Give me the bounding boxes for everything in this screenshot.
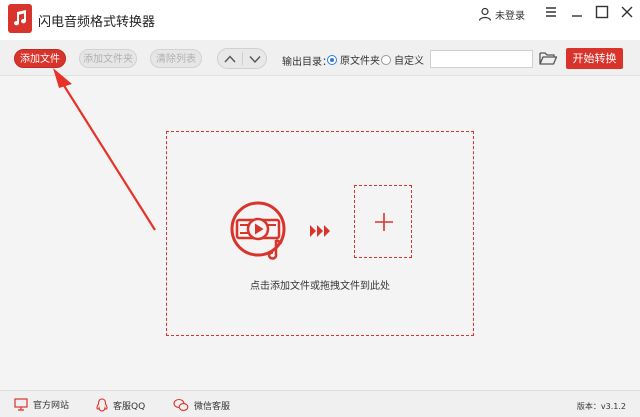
chevron-down-icon (249, 56, 261, 64)
plus-icon (375, 213, 393, 231)
qq-link[interactable]: 客服QQ (96, 398, 145, 412)
divider (242, 52, 243, 65)
radio-original-label: 原文件夹 (340, 56, 380, 67)
output-path-input[interactable] (430, 50, 533, 68)
add-folder-button[interactable]: 添加文件夹 (79, 49, 137, 68)
add-file-box[interactable] (354, 185, 412, 258)
close-button[interactable] (619, 4, 635, 20)
radio-original-folder[interactable]: 原文件夹 (327, 52, 380, 67)
app-title: 闪电音频格式转换器 (38, 15, 156, 30)
drop-zone[interactable]: 点击添加文件或拖拽文件到此处 (166, 131, 474, 336)
close-icon (621, 6, 633, 18)
folder-icon (539, 52, 558, 65)
move-up-button[interactable] (223, 53, 237, 65)
monitor-icon (14, 398, 28, 411)
version-text: 版本：v3.1.2 (576, 402, 626, 411)
menu-icon (546, 7, 556, 17)
start-convert-button[interactable]: 开始转换 (566, 48, 623, 69)
output-dir-label: 输出目录： (282, 57, 332, 68)
status-bar: 官方网站 客服QQ 微信客服 版本：v3.1.2 (0, 390, 640, 417)
radio-dot (327, 54, 337, 65)
triple-chevron-right-icon (310, 225, 330, 237)
website-link[interactable]: 官方网站 (14, 398, 69, 411)
music-note-icon (8, 4, 32, 33)
radio-custom-label: 自定义 (394, 56, 424, 67)
website-label: 官方网站 (33, 401, 70, 411)
wechat-link[interactable]: 微信客服 (173, 398, 230, 412)
maximize-button[interactable] (594, 4, 610, 20)
qq-label: 客服QQ (113, 401, 146, 412)
minimize-button[interactable] (569, 4, 585, 20)
login-label: 未登录 (495, 10, 525, 22)
radio-custom-folder[interactable]: 自定义 (381, 52, 424, 67)
file-list-area: 点击添加文件或拖拽文件到此处 (0, 77, 640, 390)
wechat-icon (173, 398, 189, 411)
drop-hint-text: 点击添加文件或拖拽文件到此处 (250, 281, 390, 292)
square-icon (595, 5, 609, 19)
penguin-icon (96, 398, 108, 412)
chevron-up-icon (224, 55, 236, 63)
minimize-icon (572, 15, 582, 17)
audio-disc-icon (230, 201, 286, 260)
reorder-buttons (217, 48, 267, 69)
wechat-label: 微信客服 (194, 401, 231, 412)
user-icon (478, 7, 492, 21)
browse-folder-button[interactable] (538, 49, 558, 67)
login-button[interactable]: 未登录 (478, 5, 525, 23)
title-bar: 闪电音频格式转换器 未登录 (0, 0, 640, 40)
radio-dot (381, 54, 391, 65)
move-down-button[interactable] (248, 53, 262, 65)
toolbar: 添加文件 添加文件夹 清除列表 输出目录： 原文件夹 自定义 开始转换 (0, 40, 640, 76)
menu-button[interactable] (543, 4, 559, 20)
clear-list-button[interactable]: 清除列表 (150, 49, 202, 68)
add-file-button[interactable]: 添加文件 (14, 49, 66, 68)
